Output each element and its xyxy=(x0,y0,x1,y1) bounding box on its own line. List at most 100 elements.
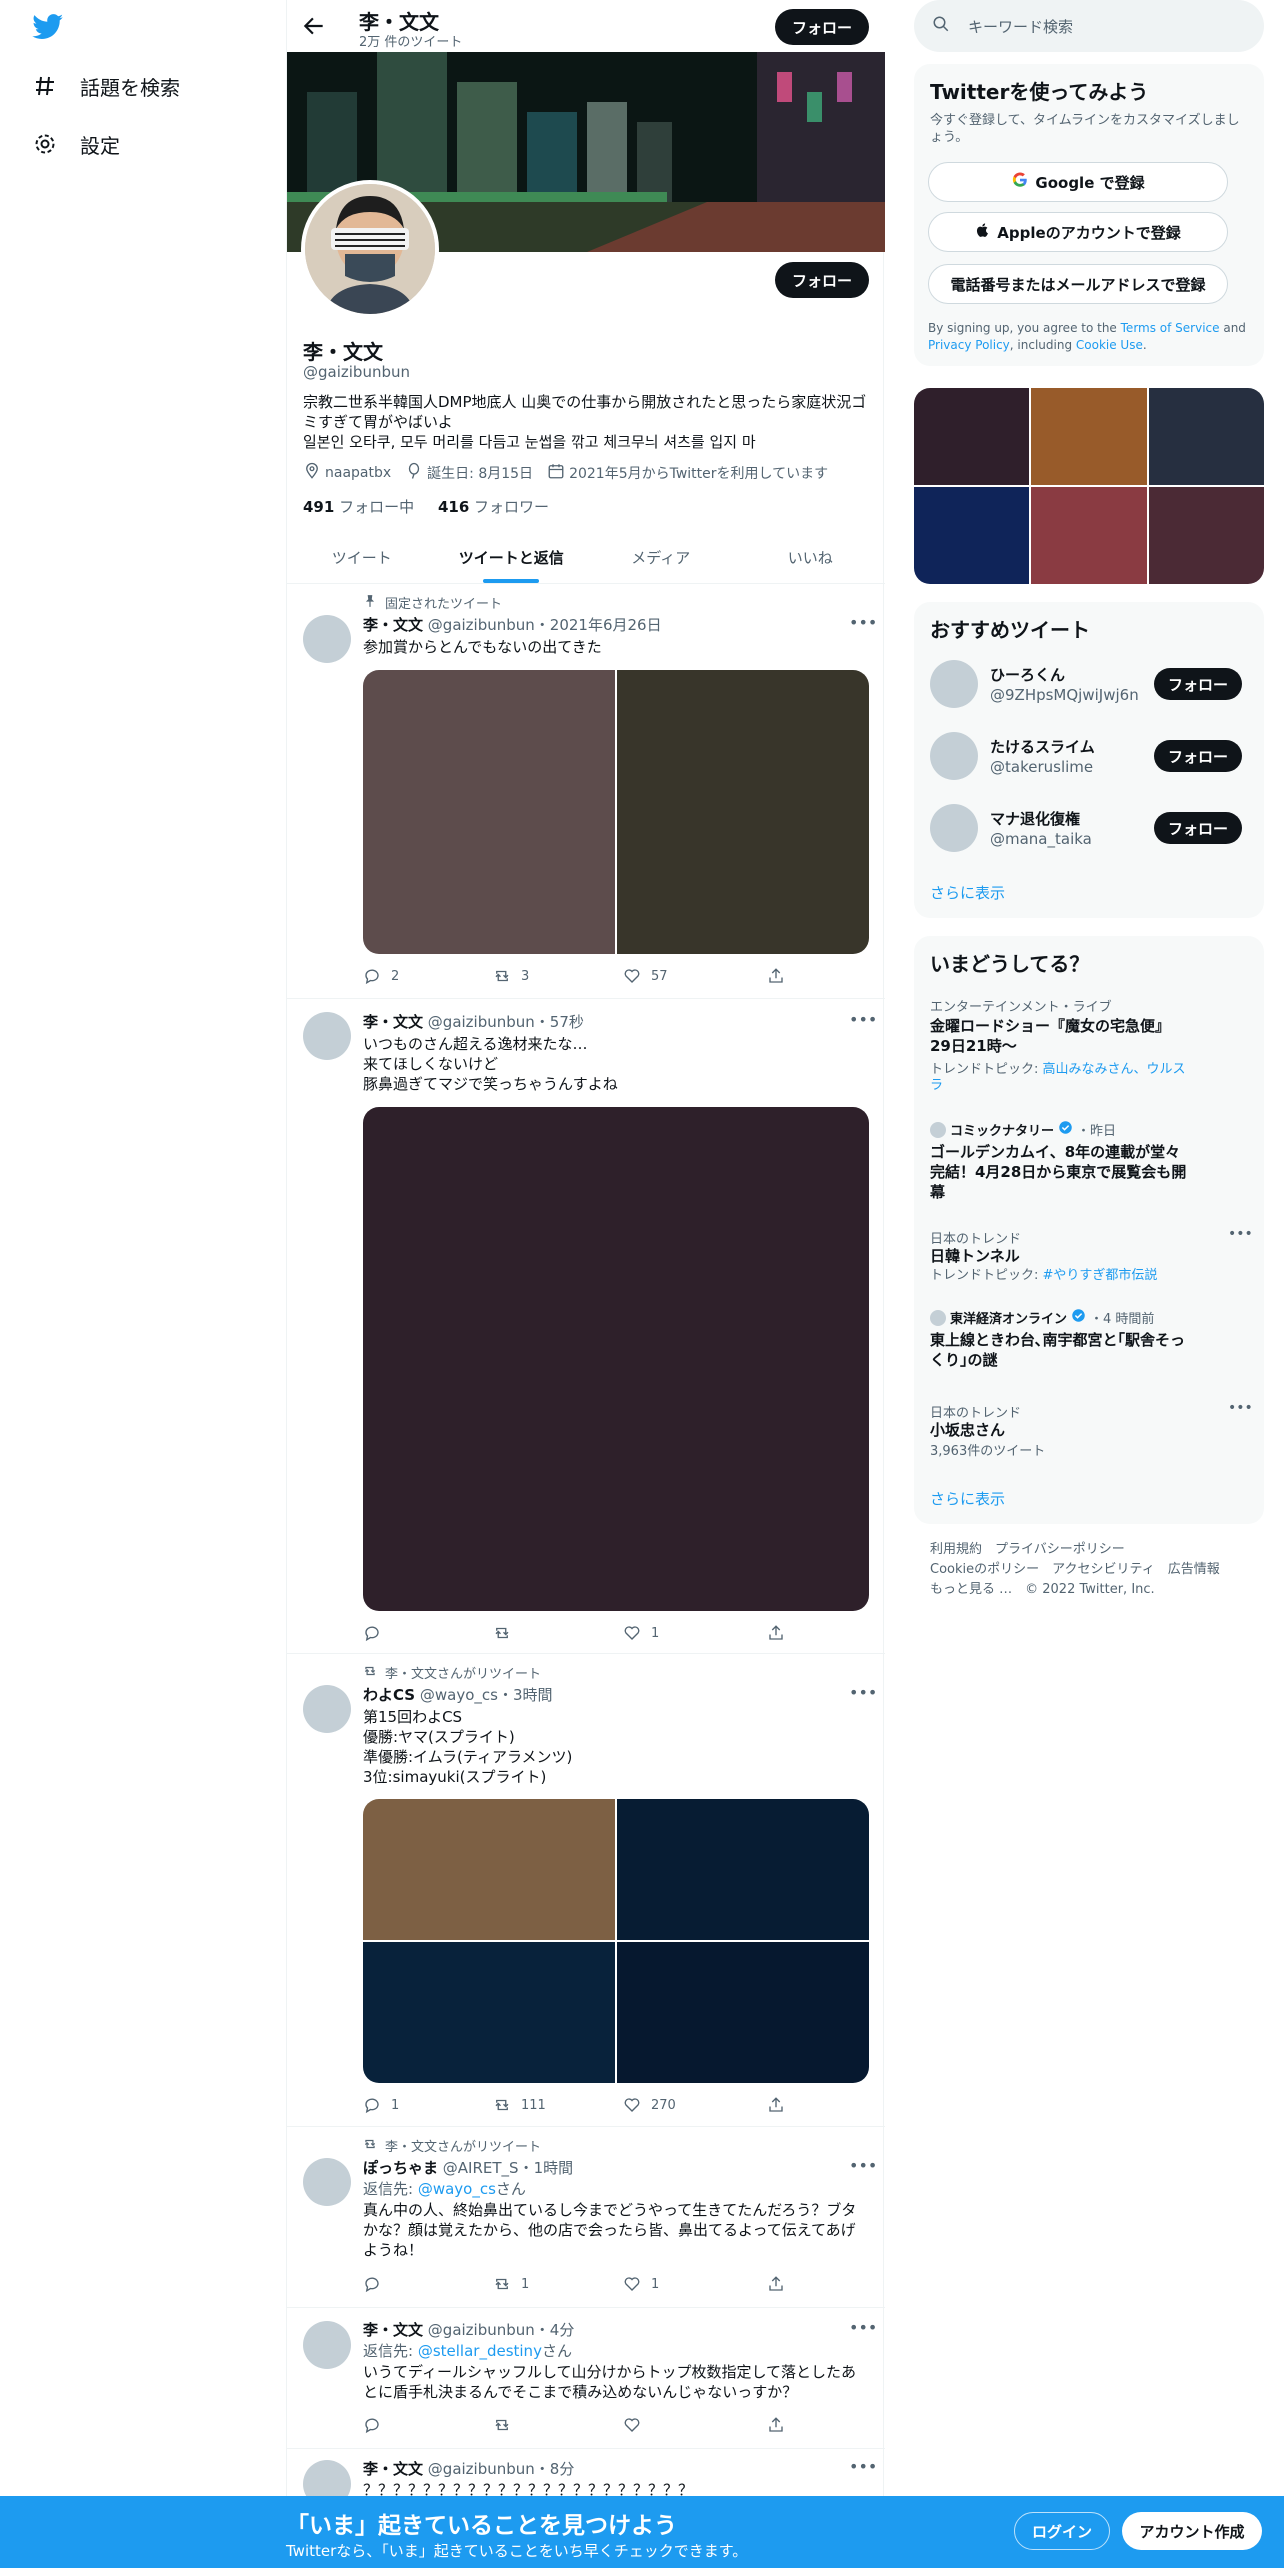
profile-avatar[interactable] xyxy=(301,180,439,318)
more-icon[interactable]: ••• xyxy=(849,615,877,636)
reply-to-link[interactable]: @stellar_destiny xyxy=(418,2342,542,2360)
twitter-logo-icon[interactable] xyxy=(32,14,64,40)
share-button[interactable] xyxy=(767,1624,785,1642)
follow-button[interactable]: フォロー xyxy=(1154,740,1242,772)
more-icon[interactable]: ••• xyxy=(849,1685,877,1706)
cookie-link[interactable]: Cookie Use xyxy=(1076,338,1143,352)
privacy-link[interactable]: Privacy Policy xyxy=(928,338,1010,352)
media-thumb[interactable] xyxy=(914,388,1030,485)
tab-media[interactable]: メディア xyxy=(586,532,736,583)
share-button[interactable] xyxy=(767,2096,785,2114)
more-icon[interactable]: ••• xyxy=(849,2320,877,2341)
trend-topic-link[interactable]: #やりすぎ都市伝説 xyxy=(1043,1268,1158,1283)
media-thumb[interactable] xyxy=(1031,487,1147,584)
retweet-button[interactable] xyxy=(493,2416,511,2434)
search-bar[interactable]: キーワード検索 xyxy=(914,0,1264,52)
tweet-media[interactable] xyxy=(363,1799,869,2083)
tab-tweets[interactable]: ツイート xyxy=(287,532,437,583)
retweet-button[interactable] xyxy=(493,1624,521,1642)
author-name[interactable]: 李・文文 xyxy=(363,2321,423,2339)
retweet-button[interactable]: 3 xyxy=(493,967,529,985)
avatar[interactable] xyxy=(303,615,351,663)
reply-button[interactable]: 1 xyxy=(363,2096,399,2114)
avatar[interactable] xyxy=(303,2158,351,2206)
tweet-item[interactable]: 李・文文さんがリツイート わよCS @wayo_cs・3時間 ••• 第15回わ… xyxy=(287,1655,885,2127)
phone-email-signup-button[interactable]: 電話番号またはメールアドレスで登録 xyxy=(928,264,1228,304)
author-name[interactable]: 李・文文 xyxy=(363,616,423,634)
trend-title[interactable]: ゴールデンカムイ、8年の連載が堂々完結！4月28日から東京で展覧会も開幕 xyxy=(930,1142,1190,1202)
more-icon[interactable]: ••• xyxy=(1228,1226,1253,1242)
footer-line[interactable]: もっと見る … © 2022 Twitter, Inc. xyxy=(930,1580,1220,1600)
followers-link[interactable]: 416 フォロワー xyxy=(438,498,549,516)
tab-tweets-and-replies[interactable]: ツイートと返信 xyxy=(437,532,587,583)
avatar[interactable] xyxy=(303,1685,351,1733)
signup-button[interactable]: アカウント作成 xyxy=(1122,2512,1262,2550)
like-button[interactable]: 57 xyxy=(623,967,668,985)
retweet-button[interactable]: 1 xyxy=(493,2275,529,2293)
avatar[interactable] xyxy=(303,2321,351,2369)
following-link[interactable]: 491 フォロー中 xyxy=(303,498,414,516)
tweet-item[interactable]: 李・文文さんがリツイート ぽっちゃま @AIRET_S・1時間 ••• 返信先:… xyxy=(287,2128,885,2308)
footer-line[interactable]: Cookieのポリシー アクセシビリティ 広告情報 xyxy=(930,1560,1220,1580)
avatar[interactable] xyxy=(930,732,978,780)
tab-likes[interactable]: いいね xyxy=(736,532,886,583)
back-arrow-icon[interactable] xyxy=(301,13,327,39)
more-icon[interactable]: ••• xyxy=(849,1012,877,1033)
like-button[interactable]: 1 xyxy=(623,2275,659,2293)
avatar[interactable] xyxy=(930,660,978,708)
share-button[interactable] xyxy=(767,2275,785,2293)
retweet-button[interactable]: 111 xyxy=(493,2096,546,2114)
media-thumb[interactable] xyxy=(1148,388,1264,485)
user-name[interactable]: たけるスライム xyxy=(990,736,1095,757)
media-thumb[interactable] xyxy=(1031,388,1147,485)
reply-button[interactable] xyxy=(363,1624,391,1642)
author-name[interactable]: わよCS xyxy=(363,1686,415,1704)
media-image[interactable] xyxy=(363,1799,615,1940)
tweet-item[interactable]: 固定されたツイート 李・文文 @gaizibunbun・2021年6月26日 •… xyxy=(287,585,885,999)
media-image[interactable] xyxy=(363,1942,615,2083)
tweet-media[interactable] xyxy=(363,670,869,954)
footer-line[interactable]: 利用規約 プライバシーポリシー xyxy=(930,1540,1220,1560)
tweet-item[interactable]: 李・文文 @gaizibunbun・57秒 ••• いつものさん超える逸材来たな… xyxy=(287,1000,885,1654)
trend-title[interactable]: 小坂忠さん xyxy=(930,1420,1190,1440)
more-icon[interactable]: ••• xyxy=(1228,1400,1253,1416)
media-image[interactable] xyxy=(617,1799,869,1940)
show-more-link[interactable]: さらに表示 xyxy=(930,882,1005,903)
media-image[interactable] xyxy=(363,670,615,954)
avatar[interactable] xyxy=(930,804,978,852)
share-button[interactable] xyxy=(767,2416,785,2434)
like-button[interactable]: 270 xyxy=(623,2096,676,2114)
terms-link[interactable]: Terms of Service xyxy=(1121,321,1220,335)
media-image[interactable] xyxy=(617,1942,869,2083)
show-more-link[interactable]: さらに表示 xyxy=(930,1488,1005,1509)
follow-button[interactable]: フォロー xyxy=(1154,668,1242,700)
author-name[interactable]: 李・文文 xyxy=(363,1013,423,1031)
avatar[interactable] xyxy=(303,1012,351,1060)
nav-settings[interactable]: 設定 xyxy=(30,124,120,164)
reply-button[interactable] xyxy=(363,2416,381,2434)
reply-button[interactable]: 2 xyxy=(363,967,399,985)
nav-explore[interactable]: 話題を検索 xyxy=(30,66,180,106)
reply-button[interactable] xyxy=(363,2275,391,2293)
header-follow-button[interactable]: フォロー xyxy=(775,9,869,45)
media-thumb[interactable] xyxy=(1148,487,1264,584)
user-name[interactable]: ひーろくん xyxy=(990,664,1065,685)
author-name[interactable]: 李・文文 xyxy=(363,2460,423,2478)
like-button[interactable]: 1 xyxy=(623,1624,659,1642)
tweet-item[interactable]: 李・文文 @gaizibunbun・4分 ••• 返信先: @stellar_d… xyxy=(287,2309,885,2449)
profile-follow-button[interactable]: フォロー xyxy=(775,262,869,298)
user-name[interactable]: マナ退化復権 xyxy=(990,808,1080,829)
more-icon[interactable]: ••• xyxy=(849,2158,877,2179)
more-icon[interactable]: ••• xyxy=(849,2459,877,2480)
login-button[interactable]: ログイン xyxy=(1014,2512,1110,2550)
share-button[interactable] xyxy=(767,967,785,985)
trend-title[interactable]: 東上線ときわ台､南宇都宮と｢駅舎そっくり｣の謎 xyxy=(930,1330,1190,1370)
media-image[interactable] xyxy=(617,670,869,954)
media-thumb[interactable] xyxy=(914,487,1030,584)
tweet-media[interactable] xyxy=(363,1107,869,1611)
google-signup-button[interactable]: Google で登録 xyxy=(928,162,1228,202)
follow-button[interactable]: フォロー xyxy=(1154,812,1242,844)
like-button[interactable] xyxy=(623,2416,641,2434)
author-name[interactable]: ぽっちゃま xyxy=(363,2159,438,2177)
apple-signup-button[interactable]: Appleのアカウントで登録 xyxy=(928,212,1228,252)
